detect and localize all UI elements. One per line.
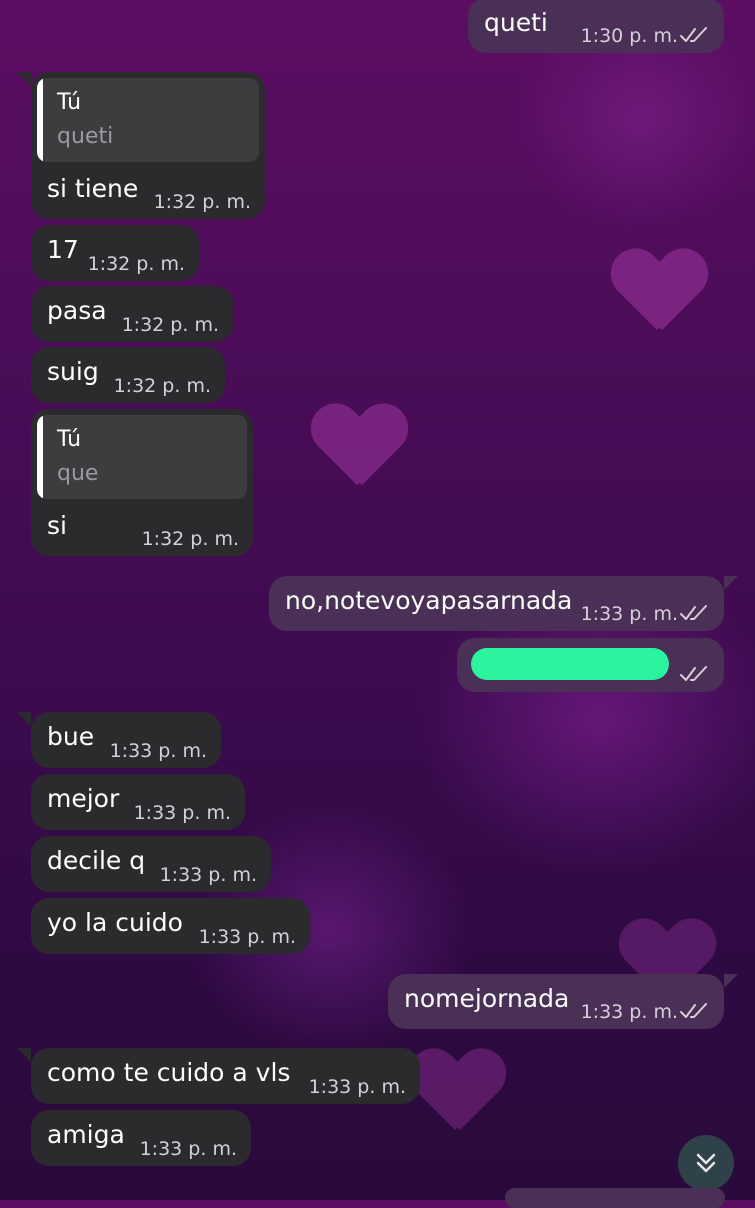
scroll-to-bottom-button[interactable] (678, 1135, 734, 1191)
reply-quote-bar (37, 78, 43, 162)
message-time: 1:32 p. m. (153, 191, 251, 213)
message-text: bue (47, 722, 95, 751)
message-time: 1:32 p. m. (121, 314, 219, 336)
message-bubble-incoming[interactable]: como te cuido a vls 1:33 p. m. (17, 1048, 420, 1104)
message-text: como te cuido a vls (47, 1058, 291, 1087)
message-bubble-incoming[interactable]: suig 1:32 p. m. (31, 347, 225, 403)
message-text: nomejornada (404, 984, 570, 1013)
message-time: 1:32 p. m. (141, 528, 239, 550)
reply-quote-bar (37, 415, 43, 499)
message-text: si tiene (47, 174, 139, 203)
reply-text: que (57, 461, 99, 486)
message-text: 17 (47, 235, 79, 264)
message-bubble-incoming[interactable]: Tú que si 1:32 p. m. (31, 409, 253, 556)
message-time: 1:32 p. m. (87, 253, 185, 275)
message-bubble-incoming[interactable]: pasa 1:32 p. m. (31, 286, 233, 342)
message-text: no,notevoyapasarnada (285, 586, 573, 615)
double-check-icon (680, 605, 707, 620)
message-time: 1:32 p. m. (113, 375, 211, 397)
redaction-mark (471, 648, 669, 680)
message-time: 1:33 p. m. (159, 864, 257, 886)
message-bubble-incoming[interactable]: bue 1:33 p. m. (17, 712, 221, 768)
reply-text: queti (57, 124, 114, 149)
message-bubble-incoming[interactable]: amiga 1:33 p. m. (31, 1110, 251, 1166)
reply-quote[interactable]: Tú queti (37, 78, 259, 162)
double-check-icon (680, 666, 707, 681)
message-bubble-incoming[interactable]: mejor 1:33 p. m. (31, 774, 245, 830)
heart-decoration (612, 250, 702, 330)
message-bubble-outgoing[interactable]: nomejornada 1:33 p. m. (388, 974, 738, 1029)
message-text: mejor (47, 784, 120, 813)
message-text: si (47, 511, 67, 540)
message-time: 1:33 p. m. (109, 740, 207, 762)
message-time: 1:33 p. m. (133, 802, 231, 824)
message-text: amiga (47, 1120, 125, 1149)
message-bubble-incoming[interactable]: decile q 1:33 p. m. (31, 836, 271, 892)
message-bubble-incoming[interactable]: 17 1:32 p. m. (31, 225, 199, 281)
message-text: pasa (47, 296, 107, 325)
reply-author: Tú (57, 90, 82, 115)
message-bubble-outgoing-partial[interactable] (505, 1188, 725, 1208)
double-check-icon (680, 1003, 707, 1018)
message-text: decile q (47, 846, 146, 875)
double-check-icon (680, 27, 707, 42)
message-bubble-outgoing-redacted[interactable] (457, 638, 724, 692)
double-chevron-down-icon (696, 1153, 716, 1173)
message-bubble-incoming[interactable]: Tú queti si tiene 1:32 p. m. (17, 72, 265, 219)
heart-decoration (312, 405, 402, 485)
heart-decoration (410, 1050, 500, 1130)
message-time: 1:33 p. m. (198, 926, 296, 948)
reply-quote[interactable]: Tú que (37, 415, 247, 499)
message-time: 1:33 p. m. (580, 1001, 678, 1023)
message-text: queti (484, 8, 548, 37)
message-text: suig (47, 357, 99, 386)
reply-author: Tú (57, 427, 82, 452)
message-time: 1:33 p. m. (580, 603, 678, 625)
message-bubble-outgoing[interactable]: no,notevoyapasarnada 1:33 p. m. (269, 576, 738, 631)
message-text: yo la cuido (47, 908, 183, 937)
message-time: 1:33 p. m. (139, 1138, 237, 1160)
message-bubble-incoming[interactable]: yo la cuido 1:33 p. m. (31, 898, 310, 954)
message-time: 1:33 p. m. (308, 1076, 406, 1098)
message-time: 1:30 p. m. (580, 25, 678, 47)
message-bubble-outgoing[interactable]: queti 1:30 p. m. (468, 0, 724, 53)
